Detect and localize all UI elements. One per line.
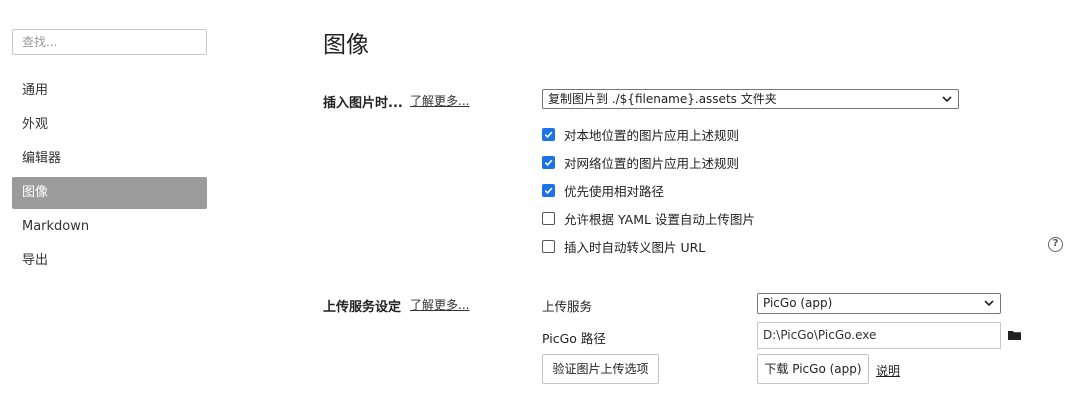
insert-action-value: 复制图片到 ./${filename}.assets 文件夹: [548, 92, 777, 106]
sidebar-item-appearance[interactable]: 外观: [12, 109, 207, 141]
upload-service-value: PicGo (app): [763, 296, 833, 310]
upload-service-select[interactable]: PicGo (app): [757, 293, 1001, 314]
checkbox-unchecked-icon[interactable]: [542, 239, 555, 253]
insert-image-section-label: 插入图片时...: [323, 96, 403, 111]
upload-service-section-label: 上传服务设定: [323, 300, 402, 315]
sidebar-item-editor[interactable]: 编辑器: [12, 143, 207, 175]
insert-action-select[interactable]: 复制图片到 ./${filename}.assets 文件夹: [542, 89, 959, 109]
page-title: 图像: [323, 32, 369, 58]
download-picgo-button[interactable]: 下载 PicGo (app): [757, 354, 869, 384]
checkbox-label: 插入时自动转义图片 URL: [564, 239, 706, 255]
checkbox-row-escape-url[interactable]: 插入时自动转义图片 URL: [542, 237, 705, 255]
checkbox-label: 允许根据 YAML 设置自动上传图片: [564, 211, 755, 227]
checkbox-row-relative-path[interactable]: 优先使用相对路径: [542, 181, 664, 199]
upload-learn-more-link[interactable]: 了解更多...: [410, 296, 469, 313]
sidebar-item-markdown[interactable]: Markdown: [12, 211, 207, 243]
chevron-down-icon: [984, 300, 994, 307]
picgo-path-field[interactable]: D:\PicGo\PicGo.exe: [757, 322, 1001, 349]
sidebar-item-export[interactable]: 导出: [12, 245, 207, 277]
checkbox-row-local[interactable]: 对本地位置的图片应用上述规则: [542, 125, 739, 143]
chevron-down-icon: [942, 96, 952, 103]
sidebar-item-image[interactable]: 图像: [12, 177, 207, 209]
checkbox-row-yaml-upload[interactable]: 允许根据 YAML 设置自动上传图片: [542, 209, 755, 227]
search-input[interactable]: [12, 29, 207, 55]
insert-learn-more-link[interactable]: 了解更多...: [410, 92, 469, 109]
instructions-link[interactable]: 说明: [876, 362, 900, 379]
checkbox-label: 优先使用相对路径: [564, 183, 665, 199]
checkbox-checked-icon[interactable]: [542, 183, 555, 197]
settings-nav: 通用 外观 编辑器 图像 Markdown 导出: [12, 75, 207, 279]
settings-sidebar: 通用 外观 编辑器 图像 Markdown 导出: [0, 0, 220, 411]
checkbox-label: 对网络位置的图片应用上述规则: [564, 155, 740, 171]
help-icon[interactable]: ?: [1048, 237, 1063, 252]
checkbox-label: 对本地位置的图片应用上述规则: [564, 127, 740, 143]
upload-service-label: 上传服务: [542, 299, 593, 314]
checkbox-checked-icon[interactable]: [542, 155, 555, 169]
sidebar-item-general[interactable]: 通用: [12, 75, 207, 107]
checkbox-unchecked-icon[interactable]: [542, 211, 555, 225]
folder-icon[interactable]: [1008, 330, 1021, 340]
verify-upload-button[interactable]: 验证图片上传选项: [542, 354, 659, 384]
checkbox-checked-icon[interactable]: [542, 127, 555, 141]
picgo-path-label: PicGo 路径: [542, 331, 606, 346]
checkbox-row-network[interactable]: 对网络位置的图片应用上述规则: [542, 153, 739, 171]
